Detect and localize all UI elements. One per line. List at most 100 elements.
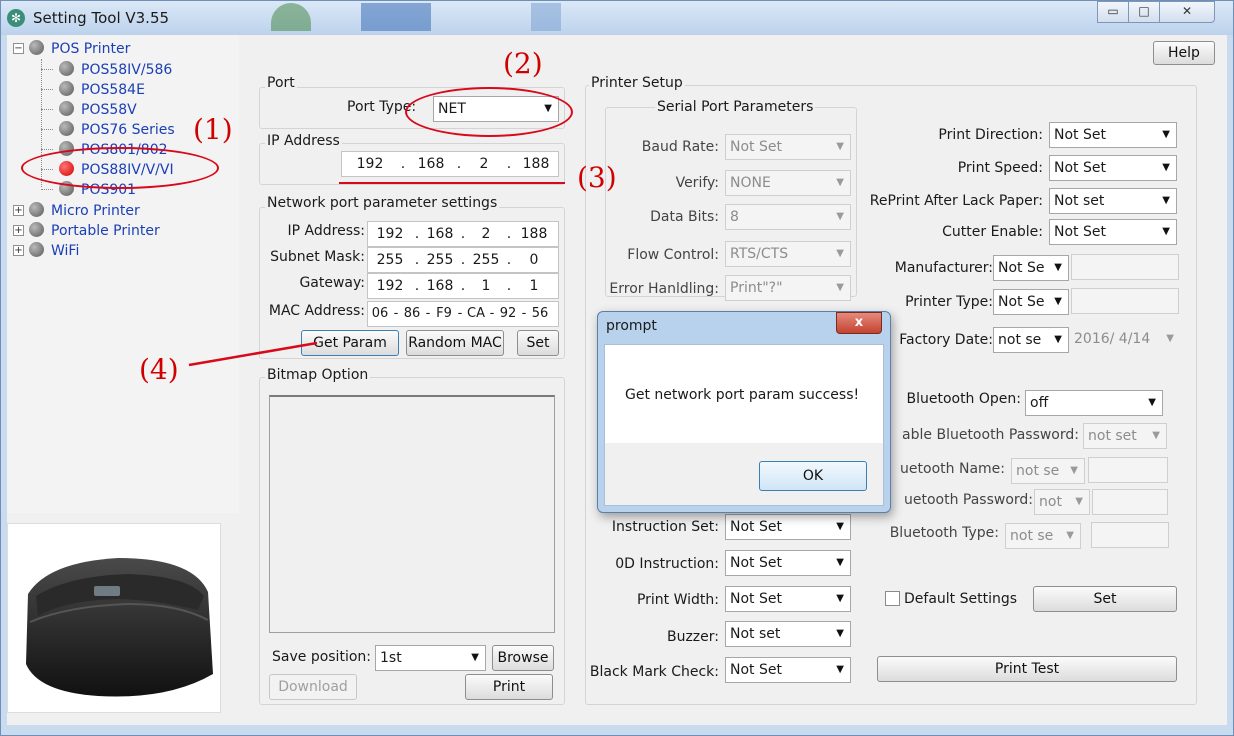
ip-address-input[interactable]: 192. 168. 2. 188 (341, 151, 559, 177)
save-position-select[interactable]: 1st ▼ (375, 645, 486, 671)
manufacturer-select[interactable]: Not Se ▼ (993, 255, 1069, 281)
tree-node-pos58iv[interactable]: POS58IV/586 (59, 61, 172, 80)
bluetooth-type-label: Bluetooth Type: (889, 525, 999, 541)
chevron-down-icon: ▼ (1162, 162, 1170, 173)
error-handling-select[interactable]: Print"?" ▼ (725, 275, 851, 301)
data-bits-value: 8 (730, 209, 739, 225)
gateway-input[interactable]: 192. 168. 1. 1 (367, 273, 559, 299)
print-direction-select[interactable]: Not Set ▼ (1049, 122, 1177, 148)
random-mac-button[interactable]: Random MAC (406, 330, 504, 356)
collapse-icon[interactable]: − (13, 43, 24, 54)
chevron-down-icon: ▼ (471, 652, 479, 663)
net-ip-input[interactable]: 192. 168. 2. 188 (367, 221, 559, 247)
bluetooth-open-select[interactable]: off ▼ (1025, 390, 1163, 416)
printer-status-icon (59, 101, 74, 116)
dialog-title: prompt (606, 318, 657, 334)
factory-date-value: not se (998, 332, 1042, 348)
tree-line (41, 109, 53, 110)
instruction-set-select[interactable]: Not Set ▼ (725, 514, 851, 540)
mac-separator: - (425, 306, 431, 321)
gateway-label: Gateway: (299, 275, 365, 291)
bluetooth-name-value: not se (1016, 463, 1060, 479)
tree-node-portable-printer[interactable]: Portable Printer (29, 222, 160, 241)
close-window-button[interactable]: ✕ (1159, 1, 1215, 23)
printer-tree: − POS Printer POS58IV/586 POS584E POS58V… (7, 35, 239, 513)
data-bits-select[interactable]: 8 ▼ (725, 204, 851, 230)
tree-node-wifi[interactable]: WiFi (29, 242, 79, 261)
expand-icon[interactable]: + (13, 225, 24, 236)
maximize-button[interactable]: □ (1128, 1, 1160, 23)
browse-button[interactable]: Browse (492, 645, 554, 671)
help-button[interactable]: Help (1153, 41, 1215, 65)
chevron-down-icon: ▼ (1070, 465, 1078, 476)
bluetooth-password-select[interactable]: not ▼ (1034, 489, 1090, 515)
printer-type-value: Not Se (998, 294, 1045, 310)
ip-octet: 168 (426, 278, 454, 294)
enable-bluetooth-password-select[interactable]: not set ▼ (1083, 423, 1167, 449)
minimize-button[interactable]: ▭ (1097, 1, 1129, 23)
manufacturer-input[interactable] (1071, 254, 1179, 280)
printer-setup-set-button[interactable]: Set (1033, 586, 1177, 612)
bluetooth-type-input[interactable] (1091, 522, 1169, 548)
mac-separator: - (457, 306, 463, 321)
bitmap-print-button[interactable]: Print (465, 674, 553, 700)
cutter-enable-select[interactable]: Not Set ▼ (1049, 219, 1177, 245)
tree-line (41, 149, 53, 150)
subnet-mask-input[interactable]: 255. 255. 255. 0 (367, 247, 559, 273)
title-bar[interactable]: ✻ Setting Tool V3.55 ▭ □ ✕ (1, 1, 1233, 35)
annotation-underline-ip (339, 182, 565, 184)
black-mark-check-select[interactable]: Not Set ▼ (725, 657, 851, 683)
bluetooth-password-input[interactable] (1092, 489, 1168, 515)
baud-rate-select[interactable]: Not Set ▼ (725, 134, 851, 160)
dialog-ok-button[interactable]: OK (759, 461, 867, 491)
print-test-button[interactable]: Print Test (877, 656, 1177, 682)
verify-select[interactable]: NONE ▼ (725, 170, 851, 196)
ip-separator: . (506, 278, 512, 294)
mac-address-input[interactable]: 06-86- F9- CA -92-56 (367, 301, 559, 327)
print-speed-select[interactable]: Not Set ▼ (1049, 155, 1177, 181)
od-instruction-select[interactable]: Not Set ▼ (725, 550, 851, 576)
black-mark-check-label: Black Mark Check: (589, 664, 719, 680)
mac-byte: 06 (371, 306, 389, 321)
expand-icon[interactable]: + (13, 245, 24, 256)
dialog-close-button[interactable]: x (836, 312, 882, 334)
expand-icon[interactable]: + (13, 205, 24, 216)
bitmap-preview (269, 395, 555, 633)
save-position-value: 1st (380, 650, 402, 666)
baud-rate-label: Baud Rate: (641, 139, 719, 155)
bluetooth-name-input[interactable] (1088, 457, 1168, 483)
printer-status-icon (59, 121, 74, 136)
printer-type-select[interactable]: Not Se ▼ (993, 289, 1069, 315)
tree-line (41, 189, 53, 190)
ip-octet: 1 (529, 278, 539, 294)
bluetooth-type-select[interactable]: not se ▼ (1005, 523, 1081, 549)
tree-node-pos-printer[interactable]: POS Printer (29, 40, 130, 59)
verify-value: NONE (730, 175, 771, 191)
print-width-value: Not Set (730, 591, 782, 607)
tree-node-pos76[interactable]: POS76 Series (59, 121, 175, 140)
tree-node-pos584e[interactable]: POS584E (59, 81, 145, 100)
tree-node-pos58v[interactable]: POS58V (59, 101, 137, 120)
flow-control-select[interactable]: RTS/CTS ▼ (725, 241, 851, 267)
annotation-label-2: (2) (503, 47, 543, 80)
data-bits-label: Data Bits: (650, 209, 719, 225)
factory-date-select[interactable]: not se ▼ (993, 327, 1069, 353)
network-set-button[interactable]: Set (517, 330, 559, 356)
default-settings-checkbox[interactable] (885, 591, 900, 606)
factory-date-picker[interactable]: 2016/ 4/14 ▼ (1070, 327, 1180, 353)
chevron-down-icon: ▼ (1152, 430, 1160, 441)
reprint-value: Not set (1054, 193, 1105, 209)
ip-separator: . (400, 156, 406, 172)
print-width-select[interactable]: Not Set ▼ (725, 586, 851, 612)
download-button[interactable]: Download (269, 674, 357, 700)
bluetooth-open-label: Bluetooth Open: (906, 391, 1021, 407)
printer-type-input[interactable] (1071, 288, 1179, 314)
ip-separator: . (506, 226, 512, 242)
reprint-select[interactable]: Not set ▼ (1049, 188, 1177, 214)
tree-node-micro-printer[interactable]: Micro Printer (29, 202, 140, 221)
bluetooth-name-select[interactable]: not se ▼ (1011, 458, 1085, 484)
bluetooth-type-value: not se (1010, 528, 1054, 544)
buzzer-select[interactable]: Not set ▼ (725, 621, 851, 647)
ip-separator: . (460, 278, 466, 294)
ip-separator: . (414, 226, 420, 242)
